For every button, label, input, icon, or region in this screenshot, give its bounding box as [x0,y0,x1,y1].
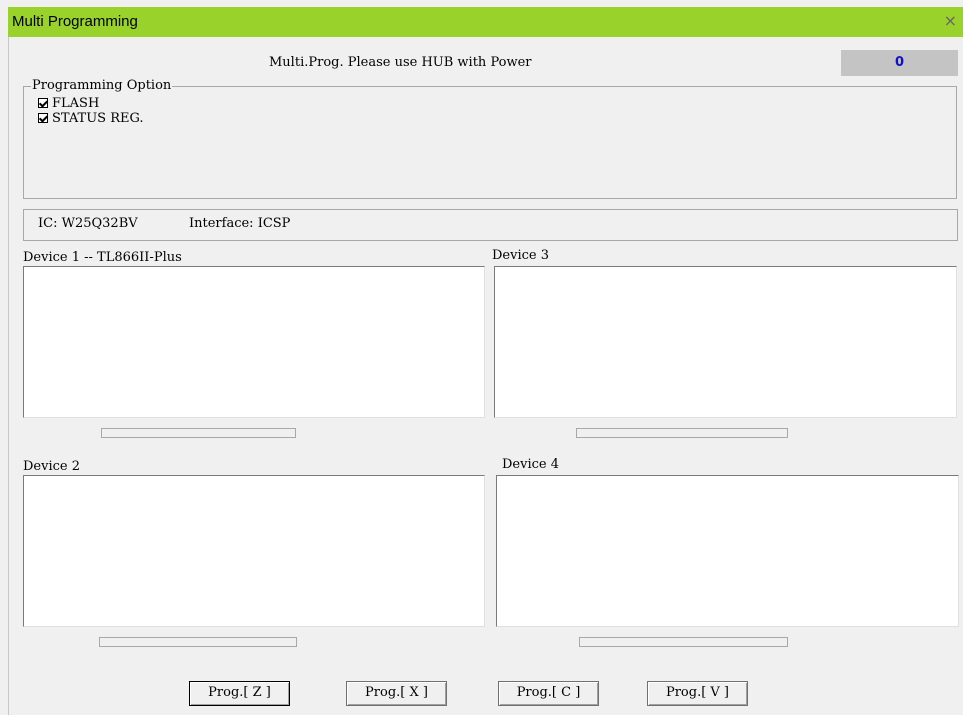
device-4-label: Device 4 [502,457,559,472]
device-2-label: Device 2 [23,459,80,474]
device-1-progress [101,428,296,438]
programming-option-label: Programming Option [31,78,173,93]
close-icon[interactable]: × [944,11,957,30]
option-flash[interactable]: FLASH [38,95,100,111]
prog-z-button[interactable]: Prog.[ Z ] [189,681,290,706]
info-bar [23,209,958,241]
prog-c-button[interactable]: Prog.[ C ] [498,681,599,706]
window-left-border [8,37,9,715]
title-bar[interactable]: Multi Programming × [8,7,963,37]
device-2-log[interactable] [23,475,485,627]
device-3-progress [576,428,788,438]
interface-info: Interface: ICSP [189,216,291,231]
status-reg-checkbox[interactable] [38,113,48,123]
device-4-progress [579,637,788,647]
flash-label: FLASH [52,95,100,111]
status-reg-label: STATUS REG. [52,110,144,126]
device-1-log[interactable] [23,266,485,418]
window-title: Multi Programming [12,13,138,30]
device-3-log[interactable] [494,266,957,418]
device-1-label: Device 1 -- TL866II-Plus [23,250,182,265]
flash-checkbox[interactable] [38,98,48,108]
programmed-counter: 0 [841,50,958,76]
device-4-log[interactable] [496,475,959,627]
prog-x-button[interactable]: Prog.[ X ] [346,681,447,706]
device-3-label: Device 3 [492,248,549,263]
option-status-reg[interactable]: STATUS REG. [38,110,144,126]
ic-info: IC: W25Q32BV [38,216,138,231]
prog-v-button[interactable]: Prog.[ V ] [647,681,748,706]
device-2-progress [99,637,297,647]
header-message: Multi.Prog. Please use HUB with Power [269,55,532,70]
programming-option-group [23,86,957,199]
